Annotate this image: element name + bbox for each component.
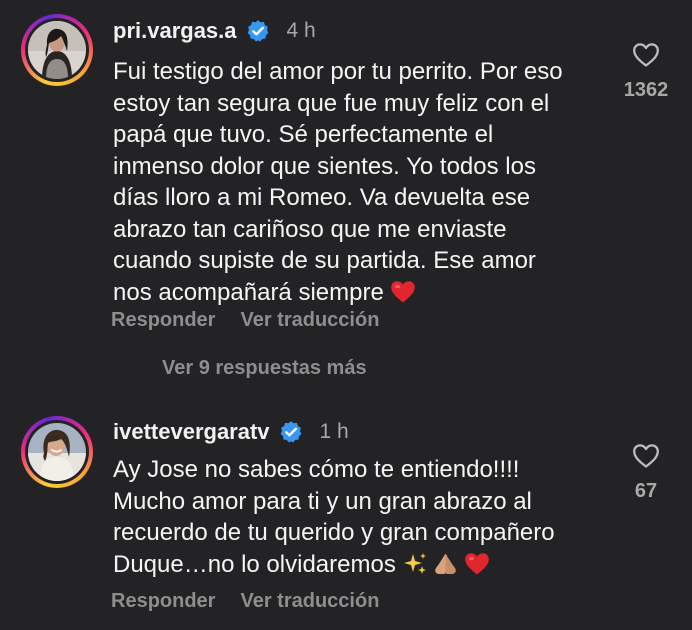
- view-more-replies-button[interactable]: Ver 9 respuestas más: [162, 357, 367, 380]
- comment-header: ivettevergaratv 1 h: [113, 416, 349, 448]
- comment-time: 1 h: [319, 420, 349, 443]
- sparkles-praying-hands-heart-emoji-icon: [403, 552, 489, 576]
- like-control: 67: [606, 443, 686, 503]
- comment-text-line: inmenso dolor que sientes. Yo todos los: [113, 152, 536, 180]
- heart-outline-icon[interactable]: [632, 443, 660, 469]
- comment-text-line: Duque…no lo olvidaremos: [113, 549, 555, 581]
- comment-text: Ay Jose no sabes cómo te entiendo!!!! Mu…: [113, 454, 555, 580]
- comment-text-line-last: nos acompañará siempre: [113, 278, 384, 306]
- comment-text-line-last: Duque…no lo olvidaremos: [113, 550, 396, 578]
- verified-badge-icon: [246, 19, 270, 43]
- comment-text-line: cuando supiste de su partida. Ese amor: [113, 247, 536, 274]
- comment-actions: Responder Ver traducción: [111, 590, 379, 613]
- heart-outline-icon[interactable]: [632, 42, 660, 68]
- comment-text-line: Fui testigo del amor por tu perrito. Por…: [113, 58, 563, 85]
- comment-text-line: papá que tuvo. Sé perfectamente el: [113, 121, 494, 148]
- username[interactable]: ivettevergaratv: [113, 419, 270, 445]
- verified-badge-icon: [279, 420, 303, 444]
- comment-time: 4 h: [286, 19, 316, 42]
- comment-text: Fui testigo del amor por tu perrito. Por…: [113, 56, 563, 308]
- like-count: 1362: [623, 79, 669, 101]
- avatar-story-ring[interactable]: [21, 14, 93, 86]
- see-translation-button[interactable]: Ver traducción: [240, 309, 379, 332]
- comment-text-line: Mucho amor para ti y un gran abrazo al: [113, 487, 532, 515]
- username[interactable]: pri.vargas.a: [113, 18, 237, 44]
- reply-button[interactable]: Responder: [111, 590, 215, 613]
- comment-text-line: Ay Jose no sabes cómo te entiendo!!!!: [113, 456, 520, 483]
- like-count: 67: [634, 480, 658, 502]
- comment-actions: Responder Ver traducción: [111, 309, 379, 332]
- comment-text-line: nos acompañará siempre: [113, 277, 563, 309]
- comment-text-line: días lloro a mi Romeo. Va devuelta ese: [113, 184, 531, 211]
- comment-header: pri.vargas.a 4 h: [113, 15, 316, 47]
- like-control: 1362: [606, 42, 686, 102]
- see-translation-button[interactable]: Ver traducción: [240, 590, 379, 613]
- comment-text-line: recuerdo de tu querido y gran compañero: [113, 519, 555, 546]
- red-heart-emoji-icon: [390, 280, 416, 304]
- avatar[interactable]: [28, 21, 86, 79]
- comment-text-line: estoy tan segura que fue muy feliz con e…: [113, 89, 550, 117]
- reply-button[interactable]: Responder: [111, 309, 215, 332]
- avatar[interactable]: [28, 423, 86, 481]
- comment-text-line: abrazo tan cariñoso que me enviaste: [113, 215, 507, 243]
- avatar-story-ring[interactable]: [21, 416, 93, 488]
